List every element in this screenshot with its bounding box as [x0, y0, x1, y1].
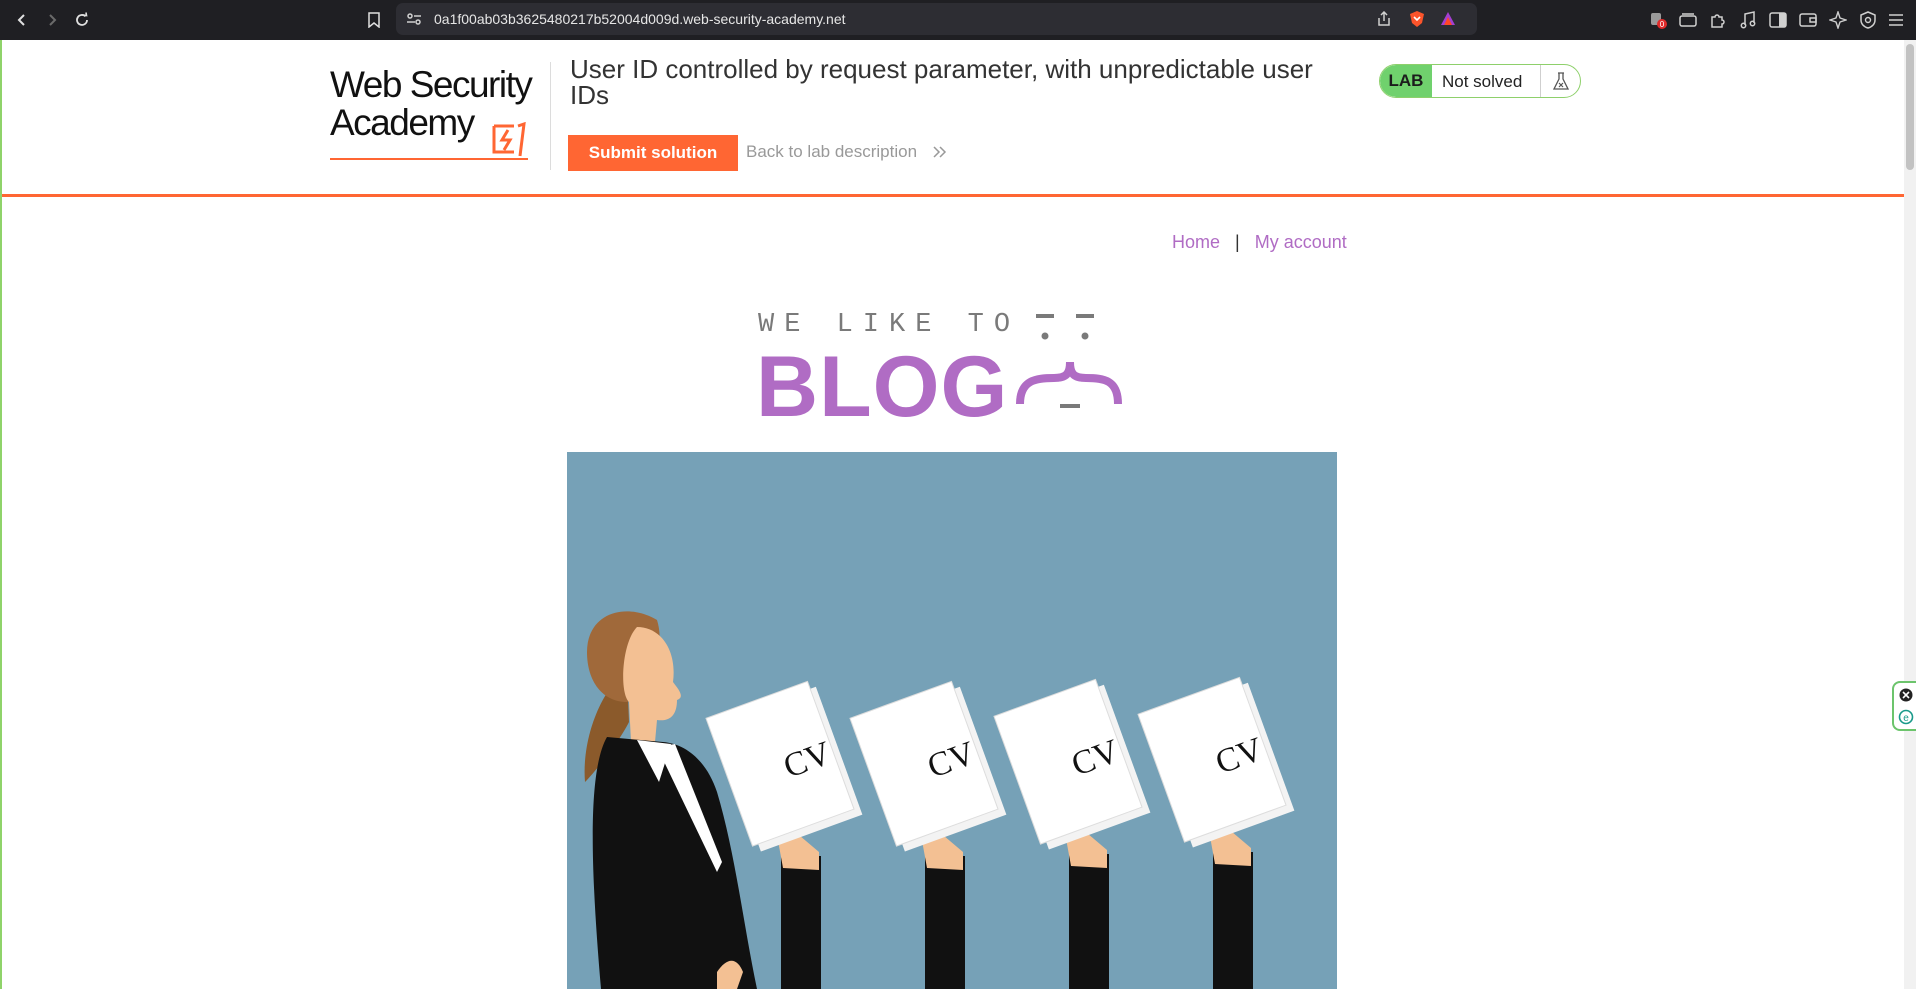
share-icon[interactable]	[1376, 10, 1392, 32]
brave-rewards-icon[interactable]	[1440, 11, 1456, 32]
home-link[interactable]: Home	[1172, 232, 1220, 252]
back-to-lab-description-link[interactable]: Back to lab description	[746, 142, 917, 162]
submit-solution-button[interactable]: Submit solution	[568, 135, 738, 171]
lab-status-pill: LAB	[1380, 65, 1432, 97]
wallet-icon[interactable]	[1796, 8, 1820, 32]
nav-separator: |	[1235, 232, 1240, 252]
lab-status-widget: LAB Not solved	[1379, 64, 1581, 98]
lab-title: User ID controlled by request parameter,…	[570, 54, 1313, 110]
lab-status-text: Not solved	[1442, 72, 1523, 91]
back-icon[interactable]	[10, 8, 34, 32]
flask-icon	[1540, 65, 1580, 97]
extension-e-icon[interactable]: e	[1898, 709, 1914, 725]
blog-hero-image: CV CV CV CV	[567, 452, 1337, 989]
menu-icon[interactable]	[1884, 8, 1908, 32]
side-extension-widget[interactable]: e	[1892, 681, 1916, 731]
site-info-icon[interactable]	[406, 11, 422, 32]
sidebar-icon[interactable]	[1766, 8, 1790, 32]
extension-badge-icon[interactable]: 0	[1646, 8, 1670, 32]
address-bar[interactable]: 0a1f00ab03b3625480217b52004d009d.web-sec…	[396, 3, 1477, 35]
vpn-shield-icon[interactable]	[1856, 8, 1880, 32]
leo-ai-icon[interactable]	[1826, 8, 1850, 32]
scrollbar-track[interactable]	[1904, 40, 1916, 989]
blog-banner: WE LIKE TO BLOG	[756, 308, 1148, 435]
scrollbar-thumb[interactable]	[1906, 44, 1914, 170]
svg-text:e: e	[1903, 713, 1909, 724]
brave-shields-icon[interactable]	[1408, 10, 1426, 33]
banner-blog-word: BLOG	[756, 339, 1009, 435]
extension-badge-count: 0	[1660, 20, 1665, 29]
reload-icon[interactable]	[70, 8, 94, 32]
forward-icon[interactable]	[40, 8, 64, 32]
my-account-link[interactable]: My account	[1255, 232, 1347, 252]
close-circle-icon[interactable]	[1898, 687, 1914, 703]
double-chevron-right-icon[interactable]	[932, 144, 948, 160]
browser-toolbar: 0a1f00ab03b3625480217b52004d009d.web-sec…	[0, 0, 1916, 40]
bookmark-icon[interactable]	[362, 8, 386, 32]
logo-underline	[330, 158, 528, 160]
web-security-academy-logo[interactable]: Web Security Academy	[328, 60, 548, 170]
banner-tagline: WE LIKE TO	[758, 310, 1021, 340]
url-text[interactable]: 0a1f00ab03b3625480217b52004d009d.web-sec…	[434, 11, 846, 27]
logo-text-line2: Academy	[330, 102, 475, 143]
banner-face-icon	[1016, 314, 1122, 408]
media-music-icon[interactable]	[1736, 8, 1760, 32]
site-navigation: Home | My account	[1172, 232, 1347, 253]
logo-text-line1: Web Security	[330, 64, 533, 105]
wallet-stack-icon[interactable]	[1676, 8, 1700, 32]
extensions-puzzle-icon[interactable]	[1706, 8, 1730, 32]
header-divider	[550, 62, 551, 170]
lab-header: Web Security Academy User ID controlled …	[2, 40, 1904, 197]
